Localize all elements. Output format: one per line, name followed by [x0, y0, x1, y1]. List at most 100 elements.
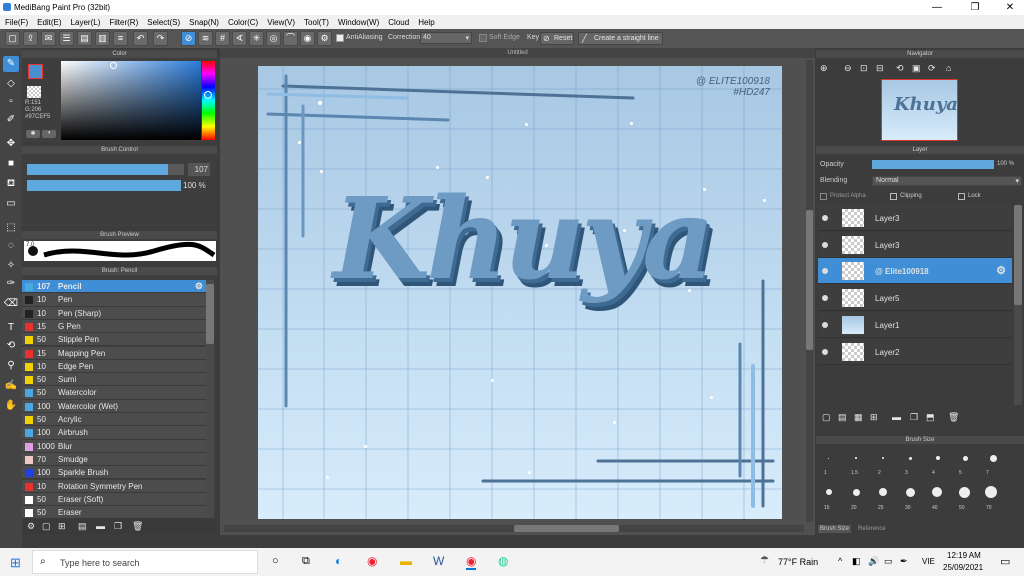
brush-size-dot[interactable] [852, 488, 860, 496]
menu-layer[interactable]: Layer(L) [66, 15, 105, 27]
chrome-active-icon[interactable]: ◉ [466, 554, 477, 570]
brush-item-0[interactable]: 107 Pencil ⚙ [22, 280, 206, 294]
saturation-value-picker[interactable] [61, 61, 201, 140]
chat-icon[interactable]: ☰ [59, 31, 74, 46]
layer-scroll-thumb[interactable] [1014, 205, 1022, 305]
shape-tool-icon[interactable]: ■ [3, 156, 19, 172]
visibility-eye-icon[interactable] [822, 268, 828, 275]
color-settings-icon[interactable]: ✱ [26, 130, 40, 138]
menu-cloud[interactable]: Cloud [383, 15, 413, 27]
select-pen-icon[interactable]: ✑ [3, 276, 19, 292]
brush-item-2[interactable]: 10 Pen (Sharp) [22, 306, 206, 320]
lasso-tool-icon[interactable]: ◌ [3, 238, 19, 254]
brush-size-dot[interactable] [990, 454, 997, 462]
notification-icon[interactable]: ▭ [1000, 555, 1010, 568]
brush-size-value[interactable]: 107 [188, 163, 210, 176]
bucket-tool-icon[interactable]: ⛾ [3, 176, 19, 192]
visibility-eye-icon[interactable] [822, 215, 828, 221]
cloud-upload-icon[interactable]: ⇪ [23, 31, 38, 46]
layer-row-2[interactable]: @ Elite100918 ⚙ [818, 258, 1012, 285]
hue-cursor[interactable] [204, 91, 212, 99]
correction-select[interactable]: 40 ▾ [420, 32, 472, 44]
document-icon[interactable]: ▤ [77, 31, 92, 46]
layer-row-1[interactable]: Layer3 [818, 231, 1012, 258]
reset-view-icon[interactable]: ⌂ [946, 63, 951, 73]
volume-icon[interactable]: 🔊 [868, 556, 879, 567]
grid-snap-icon[interactable]: # [215, 31, 230, 46]
dot-tool-icon[interactable]: ▫ [3, 94, 19, 110]
brush-size-dot[interactable] [855, 457, 857, 459]
navigator-thumbnail[interactable]: Khuya [881, 79, 958, 141]
horizontal-scrollbar[interactable] [224, 525, 804, 532]
layer-folder-icon[interactable]: ▬ [892, 412, 901, 422]
menu-help[interactable]: Help [413, 15, 438, 27]
menu-tool[interactable]: Tool(T) [299, 15, 333, 27]
layer-settings-icon[interactable]: ⚙ [996, 264, 1006, 277]
eyedropper-icon[interactable]: ⚲ [3, 358, 19, 374]
clipping-checkbox[interactable] [890, 193, 897, 200]
merge-layer-icon[interactable]: ⬒ [926, 412, 935, 423]
brush-item-9[interactable]: 100 Watercolor (Wet) [22, 399, 206, 413]
blending-select[interactable]: Normal ▾ [872, 176, 1022, 186]
brush-size-dot[interactable] [963, 455, 968, 461]
layer-scrollbar[interactable] [1014, 205, 1022, 405]
new-file-icon[interactable]: ▢ [5, 31, 20, 46]
zoom-in-icon[interactable]: ⊕ [820, 63, 828, 74]
menu-window[interactable]: Window(W) [333, 15, 383, 27]
sv-cursor[interactable] [110, 62, 117, 69]
weather-text[interactable]: 77°F Rain [778, 557, 818, 567]
minimize-button[interactable]: — [925, 1, 949, 14]
horizontal-scroll-thumb[interactable] [514, 525, 619, 532]
brush-item-13[interactable]: 70 Smudge [22, 452, 206, 467]
clock-date[interactable]: 25/09/2021 [943, 563, 983, 572]
medibang-icon[interactable]: ◍ [498, 554, 508, 568]
brush-item-12[interactable]: 1000 Blur [22, 439, 206, 453]
menu-filter[interactable]: Filter(R) [104, 15, 142, 27]
word-icon[interactable]: W [433, 554, 444, 568]
brush-settings-icon[interactable]: ⚙ [27, 521, 35, 532]
vertical-scrollbar[interactable] [806, 60, 813, 522]
maximize-button[interactable]: ❐ [963, 1, 987, 14]
primary-color-swatch[interactable] [28, 64, 43, 79]
brush-item-3[interactable]: 15 G Pen [22, 319, 206, 334]
battery-icon[interactable]: ▭ [884, 556, 893, 567]
brush-item-14[interactable]: 100 Sparkle Brush [22, 466, 206, 480]
pen-tool-icon[interactable]: ✐ [3, 112, 19, 128]
brush-item-15[interactable]: 10 Rotation Symmetry Pen [22, 479, 206, 493]
gradient-tool-icon[interactable]: ▭ [3, 196, 19, 212]
tray-chevron-icon[interactable]: ^ [838, 556, 842, 566]
drawing-canvas[interactable]: Khuya @ ELITE100918 #HD247 [258, 66, 782, 519]
brush-opacity-slider[interactable] [27, 180, 181, 191]
settings-icon[interactable]: ⚙ [317, 31, 332, 46]
brush-size-dot[interactable] [905, 487, 915, 497]
layer-opacity-slider[interactable] [872, 160, 994, 169]
select-eraser-icon[interactable]: ⌫ [3, 296, 19, 312]
add-brush-icon[interactable]: ⊞ [58, 521, 66, 532]
list-icon[interactable]: ≡ [113, 31, 128, 46]
brush-size-dot[interactable] [826, 489, 832, 495]
magic-wand-icon[interactable]: ✧ [3, 258, 19, 274]
new-8bit-layer-icon[interactable]: ▦ [854, 412, 863, 423]
straight-line-button[interactable]: ╱ Create a straight line [578, 32, 663, 45]
brush-item-6[interactable]: 10 Edge Pen [22, 359, 206, 374]
copy-brush-icon[interactable]: ❐ [114, 521, 122, 532]
move-tool-icon[interactable]: ✥ [3, 136, 19, 152]
menu-select[interactable]: Select(S) [142, 15, 184, 27]
brush-size-dot[interactable] [828, 457, 829, 459]
search-box[interactable]: ⌕ Type here to search [32, 550, 258, 574]
duplicate-layer-icon[interactable]: ❐ [910, 412, 918, 423]
parallel-snap-icon[interactable]: ≋ [198, 31, 213, 46]
rotate-right-icon[interactable]: ⟳ [928, 63, 936, 74]
new-layer-icon[interactable]: ▢ [822, 412, 831, 423]
text-tool-icon[interactable]: T [3, 320, 19, 336]
divide-tool-icon[interactable]: ⟲ [3, 338, 19, 354]
actual-size-icon[interactable]: ⊟ [876, 63, 884, 74]
layer-row-4[interactable]: Layer1 [818, 311, 1012, 338]
brush-size-slider[interactable] [27, 164, 184, 175]
color-history-icon[interactable]: ◖ [42, 130, 56, 138]
brush-item-11[interactable]: 100 Airbrush [22, 426, 206, 440]
pen-icon[interactable]: ✒ [900, 556, 908, 567]
reference-tab[interactable]: Reference [856, 525, 888, 533]
trash-icon[interactable]: 🗑 [132, 521, 143, 532]
curve-snap-icon[interactable]: ⌒ [283, 31, 298, 46]
